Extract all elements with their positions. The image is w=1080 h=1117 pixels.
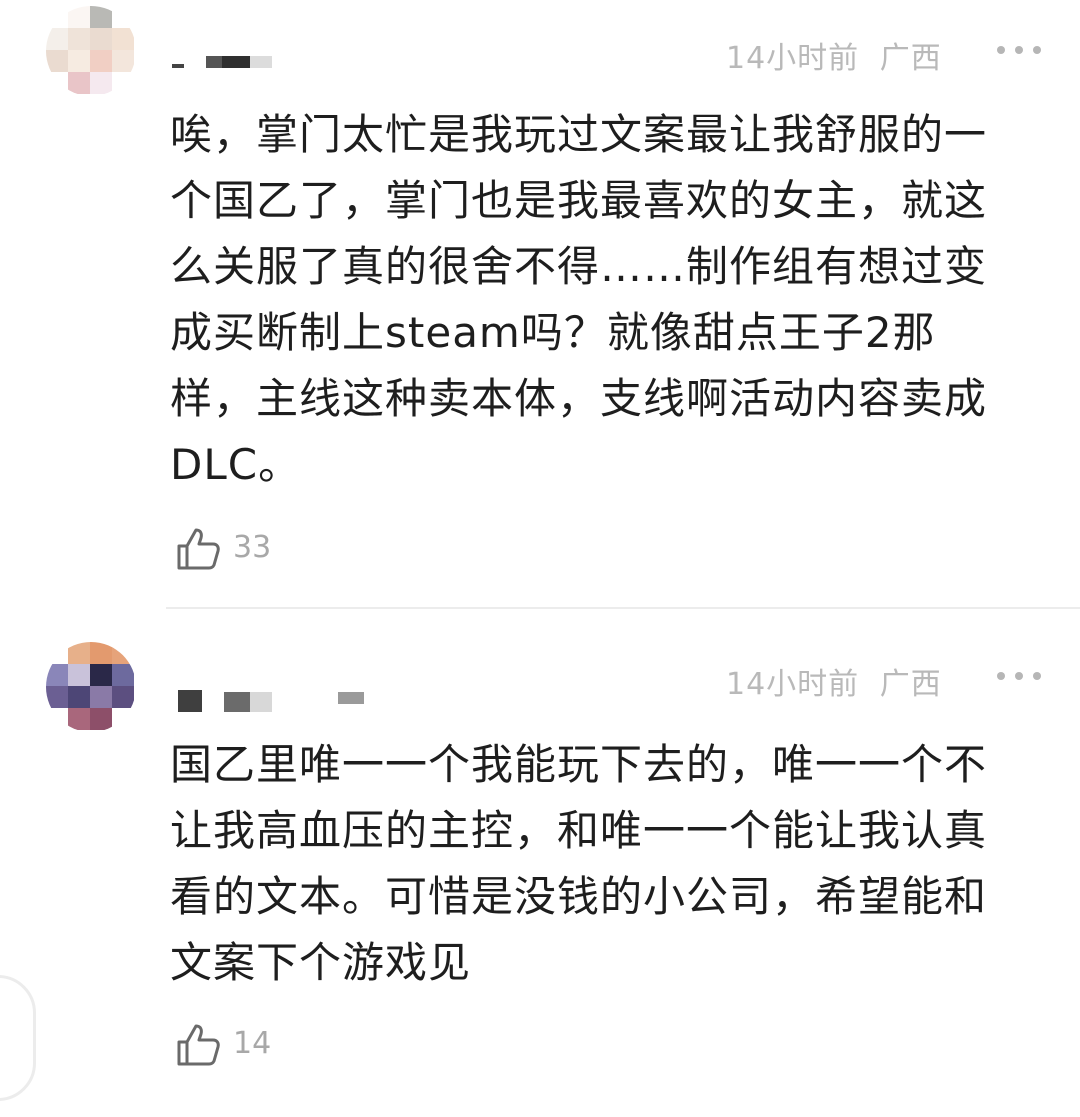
avatar[interactable] — [46, 642, 136, 732]
like-button[interactable]: 14 — [175, 1022, 295, 1070]
like-button[interactable]: 33 — [175, 526, 295, 574]
like-count: 33 — [233, 530, 272, 565]
comment-item: 14小时前 广西 唉，掌门太忙是我玩过文案最让我舒服的一个国乙了，掌门也是我最喜… — [0, 0, 1080, 610]
scroll-edge-decoration — [0, 975, 36, 1101]
username[interactable] — [178, 686, 378, 716]
comment-text: 唉，掌门太忙是我玩过文案最让我舒服的一个国乙了，掌门也是我最喜欢的女主，就这么关… — [170, 110, 988, 489]
more-dots-icon[interactable] — [997, 43, 1047, 57]
thumbs-up-icon — [177, 1024, 220, 1066]
comment-location: 广西 — [879, 41, 942, 76]
more-dots-icon[interactable] — [997, 669, 1047, 683]
comment-item: 14小时前 广西 国乙里唯一一个我能玩下去的，唯一一个不让我高血压的主控，和唯一… — [0, 630, 1080, 1110]
comment-meta: 14小时前 广西 — [726, 33, 942, 77]
username[interactable] — [172, 48, 282, 78]
comment-time: 14小时前 — [726, 41, 860, 76]
like-count: 14 — [233, 1026, 272, 1061]
avatar[interactable] — [46, 6, 136, 96]
comment-meta: 14小时前 广西 — [726, 659, 942, 703]
comment-location: 广西 — [879, 667, 942, 702]
comment-time: 14小时前 — [726, 667, 860, 702]
divider — [166, 607, 1080, 609]
thumbs-up-icon — [177, 528, 220, 570]
comment-text: 国乙里唯一一个我能玩下去的，唯一一个不让我高血压的主控，和唯一一个能让我认真看的… — [170, 740, 988, 987]
